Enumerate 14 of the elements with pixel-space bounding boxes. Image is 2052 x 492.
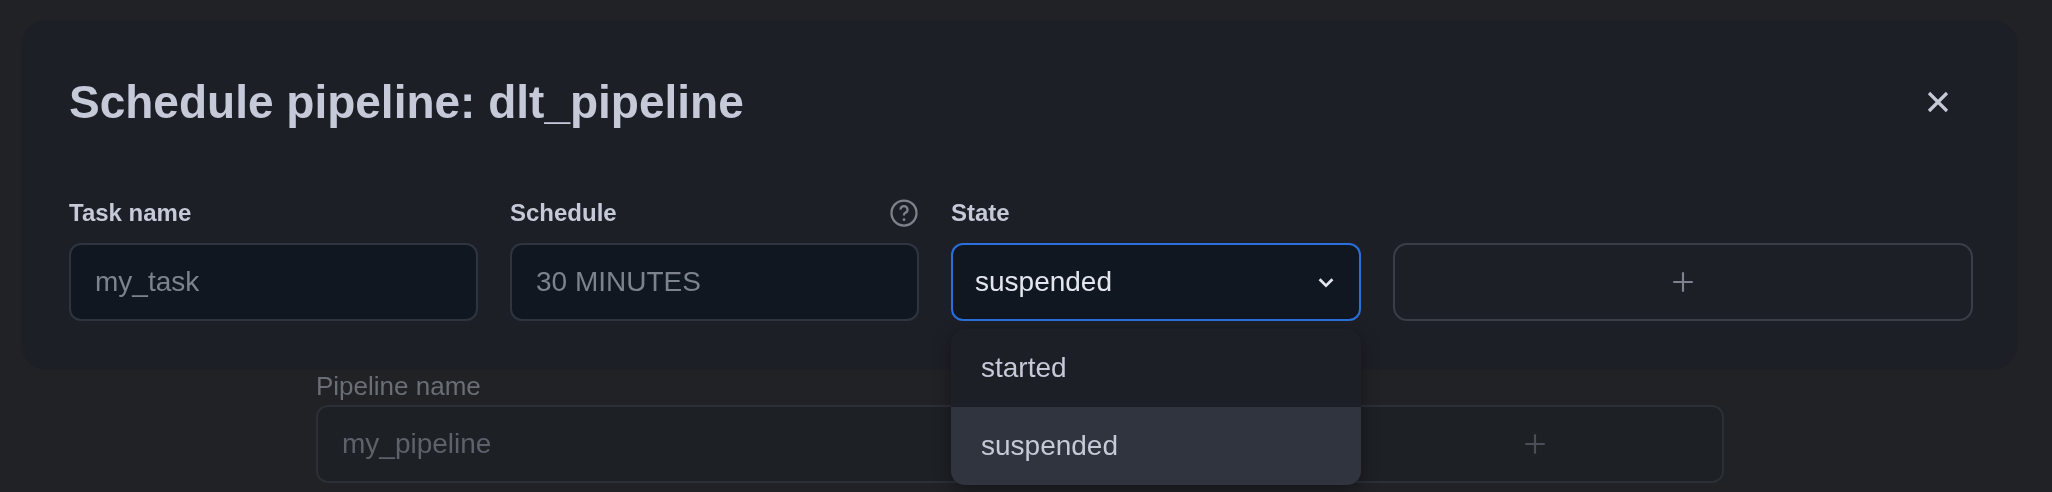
plus-icon [1670,269,1696,295]
dialog-title: Schedule pipeline: dlt_pipeline [69,75,744,130]
field-label: Task name [69,199,192,227]
state-select[interactable]: suspended [951,243,1361,321]
text-field[interactable]: my_task [69,243,478,321]
field-label: Schedule [510,199,617,227]
text-field[interactable]: 30 MINUTES [510,243,919,321]
help-icon[interactable] [889,198,919,228]
dropdown-option[interactable]: suspended [951,407,1361,485]
field-label: State [951,199,1010,227]
close-icon [1926,90,1950,114]
plus-icon [1522,431,1548,457]
dropdown-option[interactable]: started [951,329,1361,407]
field-label: Pipeline name [316,373,481,399]
